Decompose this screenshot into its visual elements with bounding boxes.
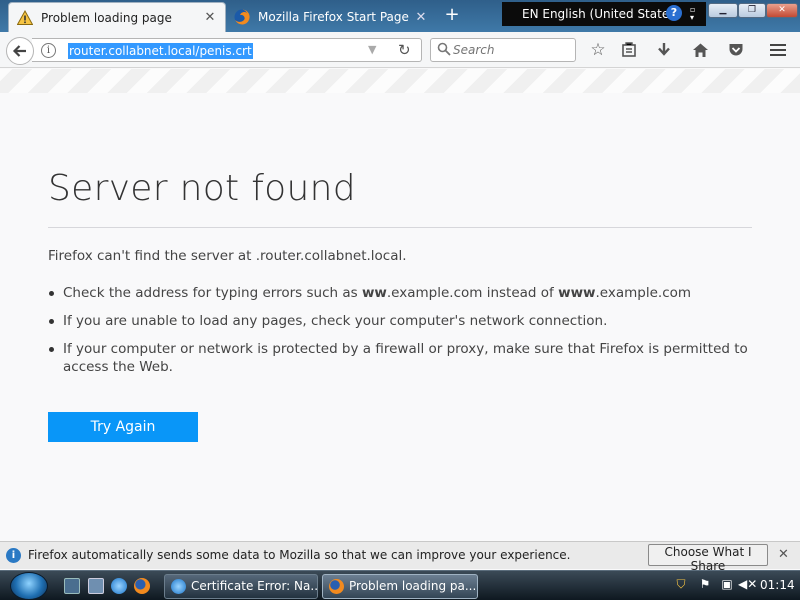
downloads-icon[interactable] <box>652 38 676 62</box>
tab-close-icon[interactable]: ✕ <box>203 10 217 25</box>
minimize-button[interactable]: ▁ <box>708 3 738 18</box>
list-item: If your computer or network is protected… <box>48 340 752 376</box>
notification-text: Firefox automatically sends some data to… <box>28 548 571 562</box>
dropdown-arrow-icon[interactable]: ▼ <box>368 43 376 56</box>
network-icon[interactable]: ▣ <box>720 577 734 593</box>
page-title: Server not found <box>48 168 356 209</box>
firefox-icon <box>329 579 344 594</box>
back-button[interactable] <box>6 37 34 65</box>
search-input[interactable] <box>453 41 571 59</box>
close-window-button[interactable]: ✕ <box>766 3 798 18</box>
taskbar: Certificate Error: Na... Problem loading… <box>0 570 800 600</box>
list-item: Check the address for typing errors such… <box>48 284 752 302</box>
firefox-icon[interactable] <box>134 578 150 594</box>
url-text[interactable]: router.collabnet.local/penis.crt <box>68 43 253 59</box>
show-desktop-icon[interactable] <box>64 578 80 594</box>
divider <box>48 227 752 228</box>
start-button[interactable] <box>10 572 48 600</box>
tab-strip: Problem loading page ✕ Mozilla Firefox S… <box>0 0 800 32</box>
language-options-icon[interactable]: ▫ ▾ <box>690 6 695 22</box>
back-arrow-icon <box>12 45 26 57</box>
bookmarks-menu-icon[interactable] <box>617 38 641 62</box>
firefox-icon <box>234 9 250 25</box>
home-icon[interactable] <box>688 38 712 62</box>
new-tab-button[interactable]: + <box>440 4 464 28</box>
tab-title: Problem loading page <box>41 10 172 25</box>
tab-close-icon[interactable]: ✕ <box>414 10 428 25</box>
tab-firefox-start[interactable]: Mozilla Firefox Start Page ✕ <box>226 2 436 32</box>
error-page-stripe-banner <box>0 69 800 93</box>
language-bar[interactable]: EN English (United States) ? ▫ ▾ <box>502 2 706 26</box>
flag-icon[interactable]: ⚑ <box>698 577 712 593</box>
internet-explorer-icon[interactable] <box>111 578 127 594</box>
error-description: Firefox can't find the server at .router… <box>48 248 407 264</box>
switch-windows-icon[interactable] <box>88 578 104 594</box>
close-icon[interactable]: ✕ <box>778 547 789 562</box>
search-bar[interactable] <box>430 38 576 62</box>
bookmark-star-icon[interactable]: ☆ <box>586 38 610 62</box>
maximize-button[interactable]: ❐ <box>738 3 766 18</box>
try-again-button[interactable]: Try Again <box>48 412 198 442</box>
internet-explorer-icon <box>171 579 186 594</box>
tab-problem-loading[interactable]: Problem loading page ✕ <box>8 2 226 32</box>
reload-icon[interactable]: ↻ <box>398 41 411 59</box>
security-shield-icon[interactable]: ⛉ <box>674 577 688 593</box>
suggestion-list: Check the address for typing errors such… <box>48 284 752 386</box>
info-icon: i <box>6 548 21 563</box>
info-icon[interactable]: i <box>41 43 56 58</box>
data-notification-bar: i Firefox automatically sends some data … <box>0 541 800 573</box>
navigation-toolbar: i router.collabnet.local/penis.crt ▼ ↻ ☆ <box>0 32 800 68</box>
menu-icon[interactable] <box>766 38 790 62</box>
list-item: If you are unable to load any pages, che… <box>48 312 752 330</box>
url-bar[interactable]: i router.collabnet.local/penis.crt ▼ ↻ <box>32 38 422 62</box>
volume-muted-icon[interactable]: ◀✕ <box>738 577 757 593</box>
help-icon[interactable]: ? <box>666 5 682 21</box>
taskbar-item-certificate-error[interactable]: Certificate Error: Na... <box>164 574 318 599</box>
pocket-icon[interactable] <box>724 38 748 62</box>
choose-what-i-share-button[interactable]: Choose What I Share <box>648 544 768 573</box>
clock: 01:14 <box>760 578 795 592</box>
warning-icon <box>17 9 33 25</box>
taskbar-item-problem-loading[interactable]: Problem loading pa... <box>322 574 478 599</box>
language-label: EN English (United States) <box>522 7 681 21</box>
tab-title: Mozilla Firefox Start Page <box>258 10 409 24</box>
search-icon <box>437 42 451 56</box>
